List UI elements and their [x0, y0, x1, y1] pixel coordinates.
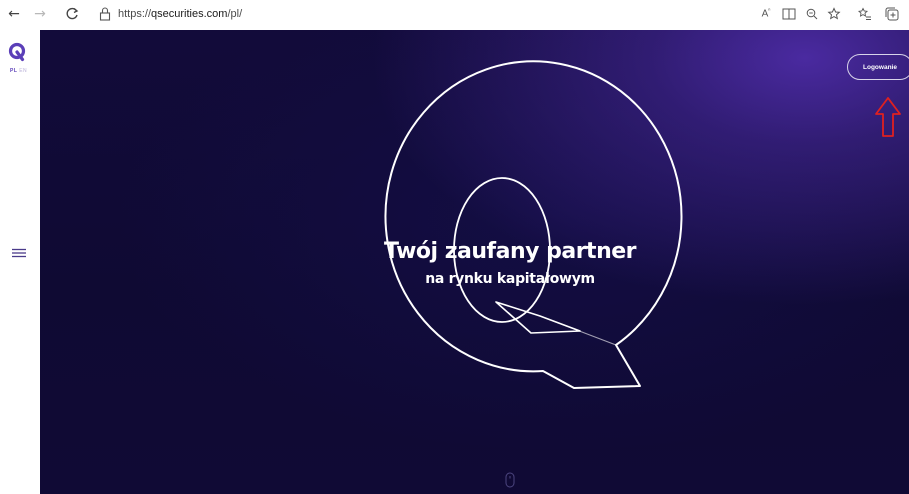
lang-pl-link[interactable]: PL: [10, 68, 17, 74]
q-logo-icon[interactable]: [8, 42, 26, 62]
url-path: /pl/: [227, 8, 243, 20]
forward-arrow-icon[interactable]: →: [30, 4, 50, 24]
hero-subline: na rynku kapitałowym: [425, 271, 595, 287]
reload-icon[interactable]: [62, 4, 82, 24]
lang-en-link[interactable]: EN: [19, 68, 27, 74]
favorites-list-icon[interactable]: [856, 5, 874, 23]
scroll-mouse-icon[interactable]: [505, 472, 515, 488]
lock-icon[interactable]: [98, 6, 112, 22]
zoom-icon[interactable]: [803, 5, 821, 23]
read-aloud-icon[interactable]: Aⁿ: [757, 5, 775, 23]
language-switch: PL EN: [10, 68, 27, 74]
back-arrow-icon[interactable]: ←: [4, 4, 24, 24]
immersive-reader-icon[interactable]: [780, 5, 798, 23]
collections-icon[interactable]: [883, 5, 901, 23]
annotation-arrow-up-icon: [875, 97, 901, 137]
login-button[interactable]: Logowanie: [847, 54, 909, 80]
website: PL EN Logowanie Twój zaufany partner na …: [0, 30, 909, 494]
url-host: qsecurities.com: [151, 8, 228, 20]
hero-headline: Twój zaufany partner: [383, 239, 637, 264]
favorite-star-icon[interactable]: [825, 5, 843, 23]
url-scheme: https://: [118, 8, 152, 20]
side-rail: PL EN: [0, 30, 40, 494]
browser-toolbar: ← → https://qsecurities.com/pl/ Aⁿ: [0, 0, 909, 30]
hamburger-menu-icon[interactable]: [12, 248, 26, 258]
address-bar[interactable]: https://qsecurities.com/pl/: [92, 3, 738, 25]
url-text[interactable]: https://qsecurities.com/pl/: [118, 8, 242, 20]
hero-section: Logowanie Twój zaufany partner na rynku …: [40, 30, 909, 494]
